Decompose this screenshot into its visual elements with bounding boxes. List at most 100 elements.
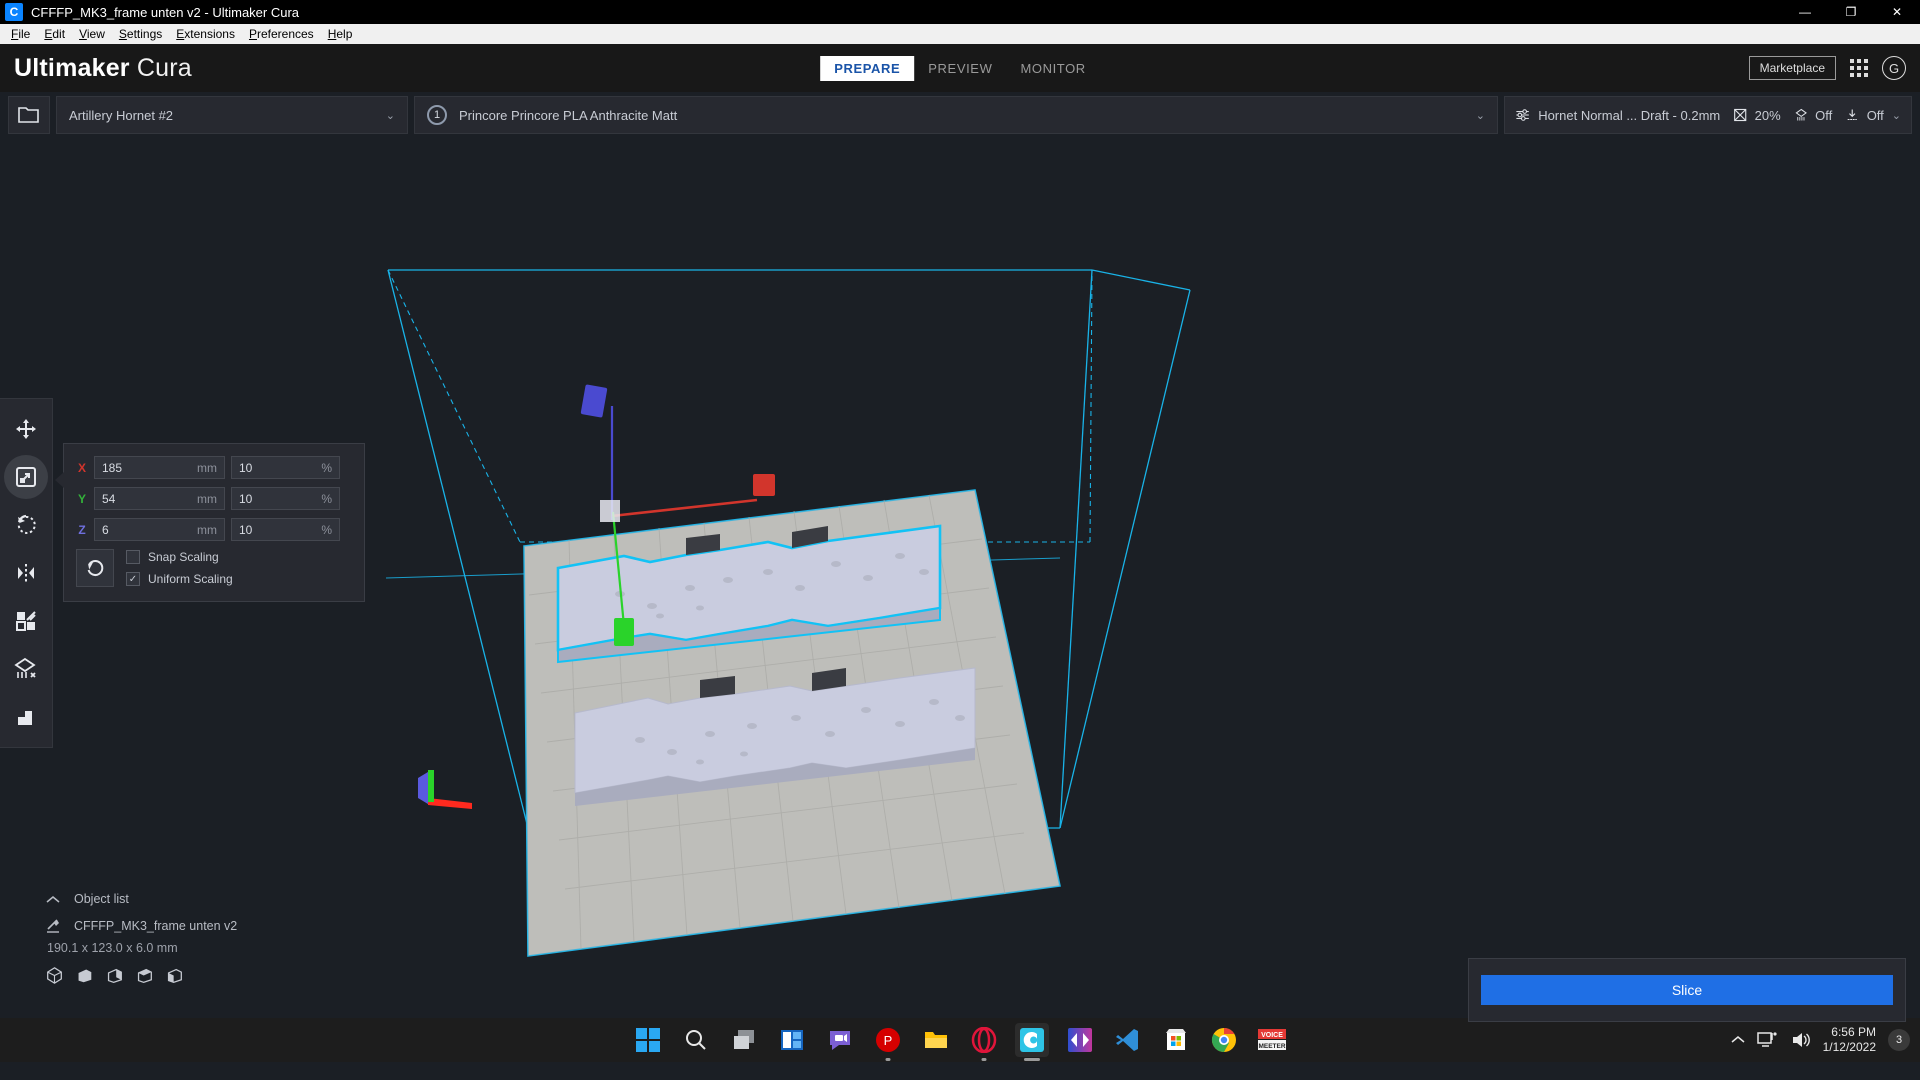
clock[interactable]: 6:56 PM 1/12/2022 [1823,1025,1876,1055]
tab-prepare[interactable]: PREPARE [820,55,915,81]
view-orientation-icons [46,967,237,984]
scale-handle-center [600,500,620,522]
vs-code-icon[interactable] [1111,1023,1145,1057]
menu-edit[interactable]: Edit [37,25,72,43]
volume-icon[interactable] [1791,1031,1811,1049]
opera-icon[interactable] [967,1023,1001,1057]
view-top-icon[interactable] [106,967,123,984]
uniform-scaling-checkbox[interactable]: ✓ [126,572,140,586]
network-icon[interactable] [1756,1031,1779,1049]
chat-icon[interactable] [823,1023,857,1057]
mirror-tool-button[interactable] [4,551,48,595]
rotate-icon [17,514,36,534]
menu-bar: File Edit View Settings Extensions Prefe… [0,24,1920,44]
scale-y-mm-input[interactable]: 54 mm [94,487,225,510]
infill-icon [1734,108,1747,122]
tab-preview[interactable]: PREVIEW [914,56,1006,81]
per-model-settings-tool-button[interactable] [4,599,48,643]
scale-x-mm-input[interactable]: 185 mm [94,456,225,479]
object-list-title: Object list [74,892,129,906]
search-icon[interactable] [679,1023,713,1057]
snap-scaling-label: Snap Scaling [148,550,219,564]
cura-app-icon: C [5,3,23,21]
widgets-icon[interactable] [775,1023,809,1057]
stage-tabs: PREPARE PREVIEW MONITOR [820,55,1100,81]
scale-z-percent-input[interactable]: 10 % [231,518,340,541]
scale-z-mm-input[interactable]: 6 mm [94,518,225,541]
menu-file[interactable]: File [4,25,37,43]
menu-preferences[interactable]: Preferences [242,25,321,43]
move-icon [16,419,36,439]
file-explorer-icon[interactable] [919,1023,953,1057]
brand-cura: Cura [136,53,192,82]
scale-x-percent-input[interactable]: 10 % [231,456,340,479]
snap-scaling-checkbox[interactable] [126,550,140,564]
task-view-icon[interactable] [727,1023,761,1057]
menu-view[interactable]: View [72,25,112,43]
material-select[interactable]: 1 Princore Princore PLA Anthracite Matt … [414,96,1498,134]
view-front-icon[interactable] [76,967,93,984]
voicemeeter-icon[interactable]: VOICE MEETER [1255,1023,1289,1057]
view-right-icon[interactable] [166,967,183,984]
show-hidden-icons-chevron[interactable] [1731,1035,1745,1045]
microsoft-store-icon[interactable] [1159,1023,1193,1057]
apps-grid-icon[interactable] [1850,59,1868,77]
menu-extensions[interactable]: Extensions [169,25,242,43]
account-avatar[interactable]: G [1882,56,1906,80]
chevron-down-icon: ⌄ [1475,109,1485,122]
brand-ultimaker: Ultimaker [14,53,130,82]
media-app-icon[interactable] [1063,1023,1097,1057]
support-blocker-icon [14,657,36,678]
minimize-button[interactable]: — [1782,0,1828,24]
scale-handle-y [614,618,634,646]
slice-button[interactable]: Slice [1481,975,1893,1005]
object-list-header[interactable]: Object list [46,892,237,906]
clock-date: 1/12/2022 [1822,1040,1876,1054]
configuration-bar: Artillery Hornet #2 ⌄ 1 Princore Princor… [0,92,1920,138]
mirror-icon [18,564,34,582]
uniform-scaling-row[interactable]: ✓ Uniform Scaling [126,572,233,586]
axis-label-z: Z [78,522,86,537]
tab-monitor[interactable]: MONITOR [1006,56,1099,81]
main-body: X 185 mm 10 % Y 54 mm 10 % Z 6 mm 10 % S… [0,138,1920,1062]
menu-settings[interactable]: Settings [112,25,169,43]
print-settings-select[interactable]: Hornet Normal ... Draft - 0.2mm 20% Off … [1504,96,1912,134]
folder-open-icon [18,107,39,123]
scale-x-mm-value: 185 [102,460,123,475]
extruder-badge: 1 [427,105,447,125]
scale-x-percent-value: 10 [239,460,253,475]
reset-scale-button[interactable] [76,549,114,587]
scale-z-percent-value: 10 [239,522,253,537]
scale-y-mm-value: 54 [102,491,116,506]
close-button[interactable]: ✕ [1874,0,1920,24]
taskbar-icons: P VOICE MEETER [631,1023,1289,1057]
slice-panel: Slice [1468,958,1906,1022]
support-blocker-tool-button[interactable] [4,647,48,691]
uniform-scaling-label: Uniform Scaling [148,572,233,586]
adhesion-icon [1847,109,1858,121]
restore-button[interactable]: ❐ [1828,0,1874,24]
pdf-app-icon[interactable]: P [871,1023,905,1057]
cura-icon[interactable] [1015,1023,1049,1057]
chevron-down-icon: ⌄ [385,109,395,122]
snap-scaling-row[interactable]: Snap Scaling [126,550,233,564]
open-file-button[interactable] [8,96,50,134]
measure-tool-button[interactable] [4,695,48,739]
material-name: Princore Princore PLA Anthracite Matt [459,107,678,123]
chrome-icon[interactable] [1207,1023,1241,1057]
move-tool-button[interactable] [4,407,48,451]
start-button-icon[interactable] [631,1023,665,1057]
rotate-tool-button[interactable] [4,503,48,547]
tool-bar [0,398,53,748]
view-left-icon[interactable] [136,967,153,984]
scale-tool-button[interactable] [4,455,48,499]
marketplace-button[interactable]: Marketplace [1748,56,1836,80]
view-3d-icon[interactable] [46,967,63,984]
notification-badge[interactable]: 3 [1888,1029,1910,1051]
application-header: Ultimaker Cura PREPARE PREVIEW MONITOR M… [0,44,1920,92]
scale-panel-options: Snap Scaling ✓ Uniform Scaling [76,549,352,587]
scale-y-percent-input[interactable]: 10 % [231,487,340,510]
menu-help[interactable]: Help [321,25,360,43]
printer-select[interactable]: Artillery Hornet #2 ⌄ [56,96,408,134]
object-list-item[interactable]: CFFFP_MK3_frame unten v2 [46,918,237,934]
